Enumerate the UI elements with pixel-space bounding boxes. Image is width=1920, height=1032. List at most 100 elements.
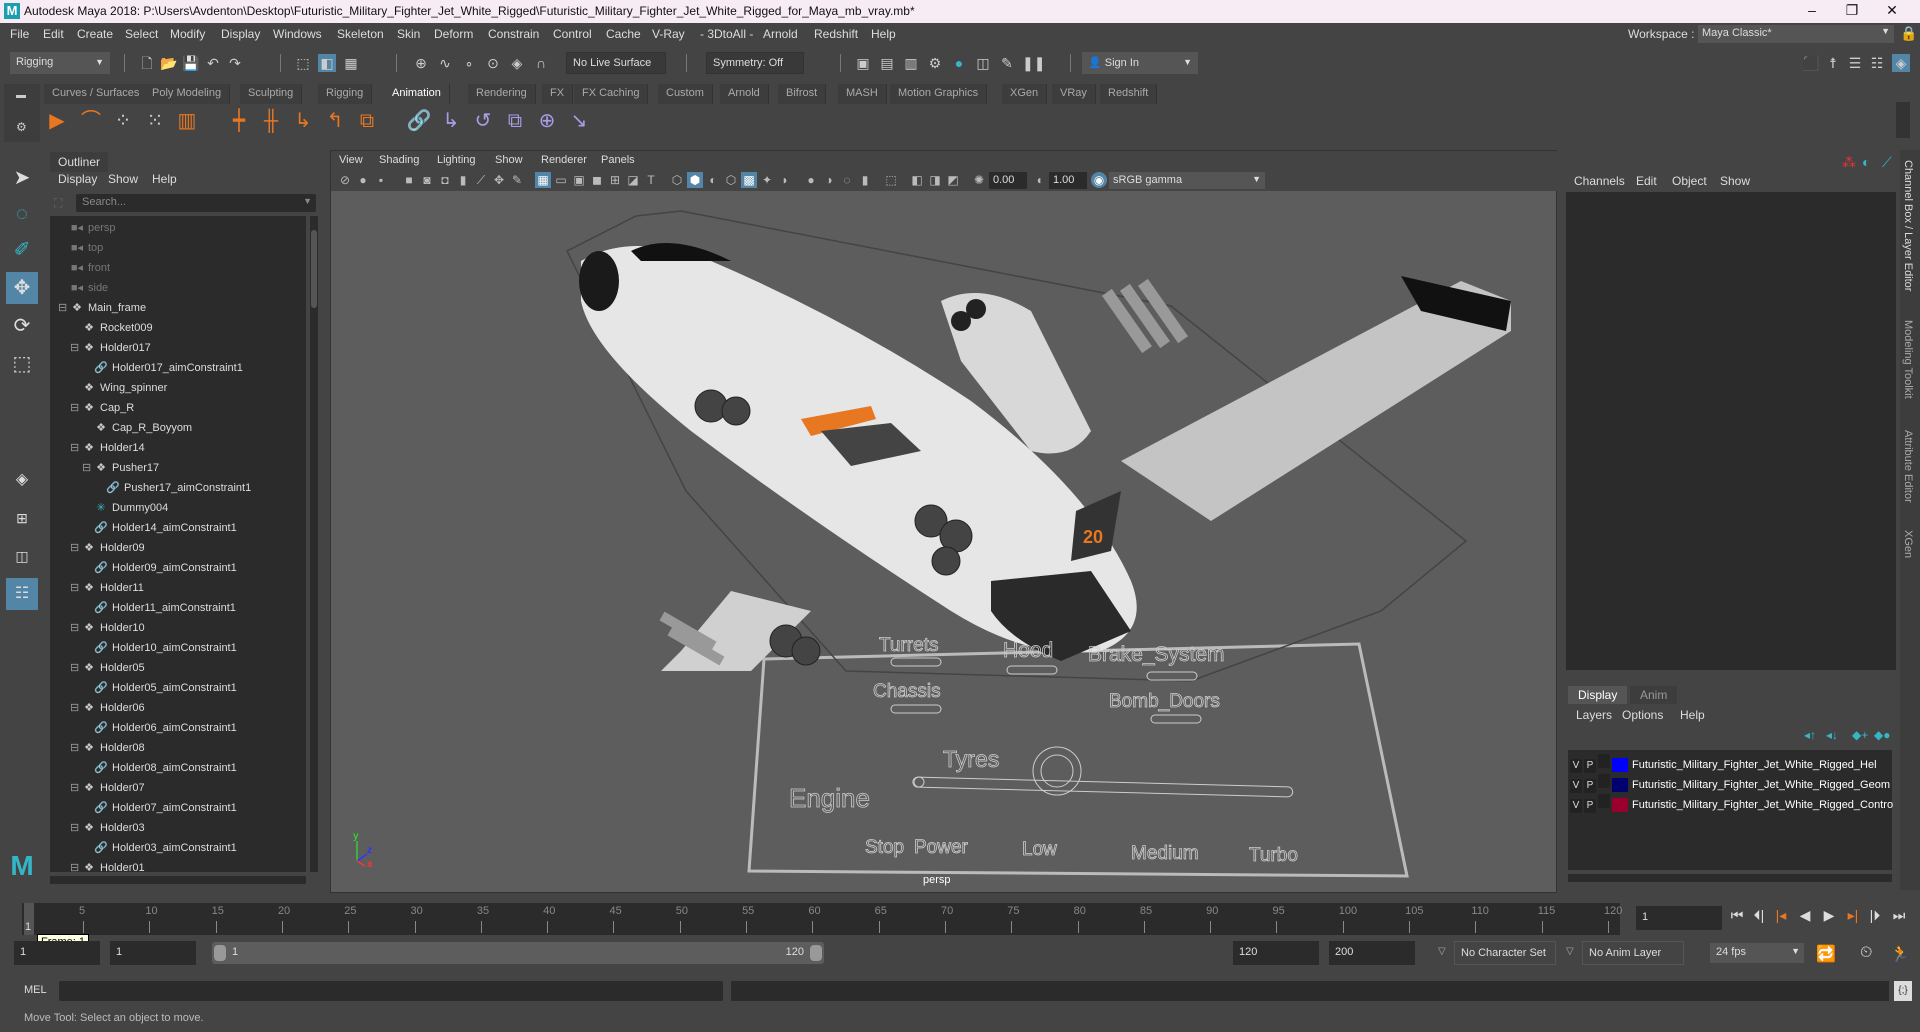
collapse-toggle-icon[interactable]: ⊟	[70, 578, 82, 598]
rotate-tool-icon[interactable]: ⟳	[6, 310, 38, 342]
shelf-tab-curves-surfaces[interactable]: Curves / Surfaces	[44, 84, 149, 104]
menu-skeleton[interactable]: Skeleton	[337, 27, 384, 41]
depth-of-field-icon[interactable]: ▮	[857, 172, 873, 188]
xray-icon[interactable]: ◧	[909, 172, 925, 188]
minimize-button[interactable]: –	[1792, 2, 1832, 18]
snap-grid-icon[interactable]: ⊕	[412, 54, 430, 72]
engine-slider[interactable]	[912, 776, 1294, 798]
new-layer-icon[interactable]: ◆+	[1852, 728, 1868, 742]
outliner-item[interactable]: ✳ Dummy004	[94, 498, 168, 518]
outliner-menu-show[interactable]: Show	[108, 172, 138, 186]
range-slider[interactable]: 1 120	[212, 942, 824, 964]
bookmark-icon[interactable]: ▪	[373, 172, 389, 188]
switch-hood[interactable]	[1006, 665, 1058, 675]
collapse-toggle-icon[interactable]: ⊟	[58, 298, 70, 318]
collapse-toggle-icon[interactable]: ⊟	[70, 698, 82, 718]
character-set-dropdown[interactable]: No Character Set	[1454, 941, 1556, 965]
outliner-item[interactable]: ❖ Rocket009	[82, 318, 153, 338]
shelf-tab-custom[interactable]: Custom	[658, 84, 713, 104]
playback-start-field[interactable]: 1	[110, 941, 196, 965]
shelf-settings-icon[interactable]: ⚙	[16, 120, 27, 134]
outliner-item[interactable]: 🔗 Holder03_aimConstraint1	[94, 838, 237, 858]
layer-reference-toggle[interactable]	[1598, 774, 1610, 788]
shelf-tab-poly-modeling[interactable]: Poly Modeling	[144, 84, 231, 104]
new-layer-selected-icon[interactable]: ◆●	[1874, 728, 1890, 742]
scene-render[interactable]: 20 Turrets Hood Brake_System Chassis Bom…	[331, 191, 1558, 894]
playblast-icon[interactable]: ▶	[44, 108, 70, 134]
2d-pan-zoom-icon[interactable]: ✥	[491, 172, 507, 188]
live-surface-field[interactable]: No Live Surface	[566, 52, 666, 74]
menu-select[interactable]: Select	[125, 27, 158, 41]
side-tab-xgen[interactable]: XGen	[1902, 530, 1914, 558]
channels-menu[interactable]: Channels	[1574, 174, 1625, 188]
render-setup-icon[interactable]: ◫	[974, 54, 992, 72]
layer-visibility-toggle[interactable]: V	[1570, 799, 1582, 813]
workspace-dropdown[interactable]: Maya Classic* ▼	[1698, 25, 1894, 43]
go-to-start-icon[interactable]: ⏮	[1728, 907, 1746, 924]
step-forward-frame-icon[interactable]: ▸|	[1844, 907, 1862, 924]
shelf-tab-redshift[interactable]: Redshift	[1100, 84, 1158, 104]
pause-viewport-icon[interactable]: ❚❚	[1022, 54, 1045, 72]
outliner-item[interactable]: 🔗 Holder14_aimConstraint1	[94, 518, 237, 538]
switch-bomb-doors[interactable]	[1150, 714, 1202, 724]
render-settings-icon[interactable]: ⚙	[926, 54, 944, 72]
collapse-toggle-icon[interactable]: ⊟	[70, 538, 82, 558]
human-ik-icon[interactable]: ☨	[1824, 54, 1842, 72]
play-backwards-icon[interactable]: ◀	[1796, 907, 1814, 924]
side-tab-channel-box[interactable]: Channel Box / Layer Editor	[1902, 160, 1914, 291]
outliner-item[interactable]: 🔗 Holder07_aimConstraint1	[94, 798, 237, 818]
outliner-item[interactable]: 🔗 Pusher17_aimConstraint1	[106, 478, 251, 498]
filter-icon[interactable]: ⛶	[54, 196, 62, 211]
object-menu[interactable]: Object	[1672, 174, 1707, 188]
safe-title-icon[interactable]: T	[643, 172, 659, 188]
four-view-layout-icon[interactable]: ⊞	[6, 502, 38, 534]
shelf-tab-animation[interactable]: Animation	[384, 84, 450, 104]
point-link-icon[interactable]: ↳	[438, 108, 464, 134]
lasso-tool-icon[interactable]: ◌	[6, 198, 38, 230]
range-end-handle[interactable]	[810, 945, 822, 961]
layer-color-swatch[interactable]	[1612, 758, 1628, 773]
layer-color-swatch[interactable]	[1612, 778, 1628, 793]
snap-view-plane-icon[interactable]: ⊙	[484, 54, 502, 72]
ghost-icon[interactable]: ⁘	[110, 108, 136, 134]
camera-attrs-icon[interactable]: ◘	[437, 172, 453, 188]
scale-link-icon[interactable]: ⧉	[502, 108, 528, 134]
outliner-item[interactable]: ⊟ ❖ Main_frame	[58, 298, 146, 318]
animation-start-field[interactable]: 1	[14, 941, 100, 965]
shelf-tab-arnold[interactable]: Arnold	[720, 84, 769, 104]
range-start-handle[interactable]	[214, 945, 226, 961]
layer-playback-toggle[interactable]: P	[1584, 759, 1596, 773]
viewport-menu-panels[interactable]: Panels	[601, 154, 635, 166]
gate-mask-icon[interactable]: ◼	[589, 172, 605, 188]
outliner-item[interactable]: ⊟ ❖ Holder05	[70, 658, 145, 678]
side-tab-attribute-editor[interactable]: Attribute Editor	[1902, 430, 1914, 503]
camera-attributes-icon[interactable]: ●	[355, 172, 371, 188]
layer-tab-display[interactable]: Display	[1568, 686, 1628, 704]
outliner-item[interactable]: 🔗 Holder05_aimConstraint1	[94, 678, 237, 698]
time-slider[interactable]: 1 5 10 15 20 25 30 35 40 45 50 55 60 65 70 75 80 85 90 95 10…	[22, 903, 1622, 935]
layer-playback-toggle[interactable]: P	[1584, 779, 1596, 793]
screen-space-ao-icon[interactable]: ●	[803, 172, 819, 188]
loop-icon[interactable]: 🔁	[1816, 944, 1836, 964]
orient-constraint-icon[interactable]: ↳	[290, 108, 316, 134]
switch-brake-system[interactable]	[1146, 671, 1198, 681]
collapse-toggle-icon[interactable]: ⊟	[70, 778, 82, 798]
shelf-tab-mash[interactable]: MASH	[838, 84, 887, 104]
layer-reference-toggle[interactable]	[1598, 754, 1610, 768]
parent-constraint-icon[interactable]: ┿	[226, 108, 252, 134]
shadows-icon[interactable]: ◗	[777, 172, 793, 188]
unghost-icon[interactable]: ⁙	[142, 108, 168, 134]
layer-tab-anim[interactable]: Anim	[1630, 686, 1678, 704]
outliner-item[interactable]: ⊟ ❖ Holder07	[70, 778, 145, 798]
shelf-tab-xgen[interactable]: XGen	[1002, 84, 1048, 104]
motion-blur-icon[interactable]: ◑	[821, 172, 837, 188]
camera-icon[interactable]: ■	[401, 172, 417, 188]
outliner-item[interactable]: 🔗 Holder11_aimConstraint1	[94, 598, 236, 618]
menuset-dropdown[interactable]: Rigging ▼	[10, 52, 110, 74]
viewport-panel[interactable]: View Shading Lighting Show Renderer Pane…	[330, 150, 1558, 894]
outliner-item[interactable]: ⊟ ❖ Holder09	[70, 538, 145, 558]
current-frame-field[interactable]: 1	[1636, 906, 1722, 930]
aim-link-icon[interactable]: ⊕	[534, 108, 560, 134]
layer-visibility-toggle[interactable]: V	[1570, 779, 1582, 793]
outliner-item[interactable]: ⊟ ❖ Holder08	[70, 738, 145, 758]
